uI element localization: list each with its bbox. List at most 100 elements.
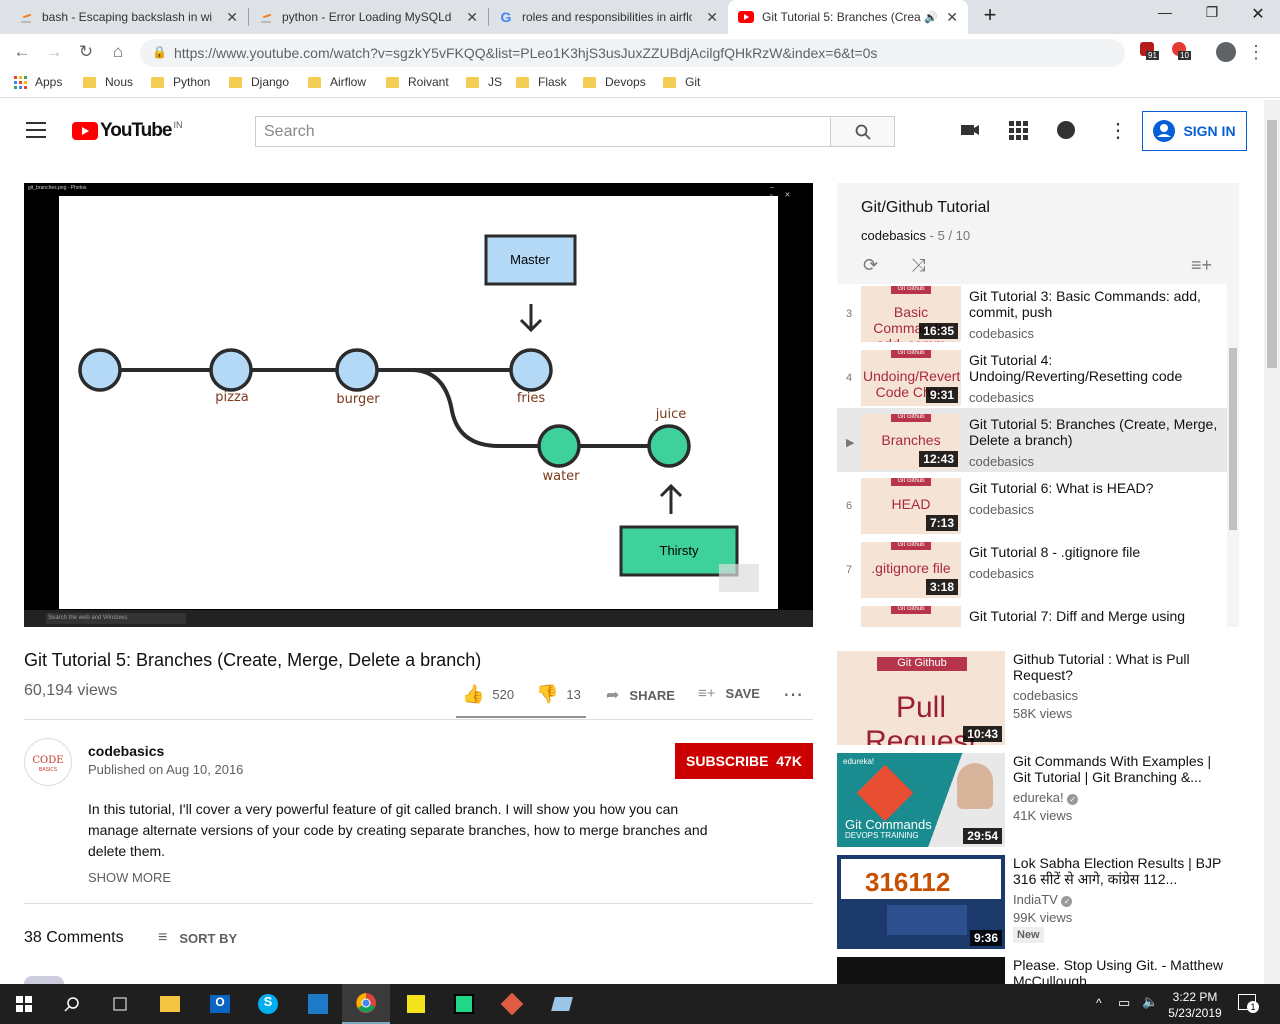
browser-tab[interactable]: bash - Escaping backslash in win ✕ (8, 0, 248, 34)
vscode-icon[interactable] (294, 984, 342, 1024)
minimize-button[interactable]: — (1145, 4, 1185, 20)
youtube-icon (738, 9, 754, 25)
sourcetree-icon[interactable] (488, 984, 536, 1024)
clock[interactable]: 3:22 PM 5/23/2019 (1165, 989, 1225, 1021)
omnibox[interactable]: 🔒 https://www.youtube.com/watch?v=sgzkY5… (140, 39, 1125, 67)
channel-name[interactable]: codebasics (88, 743, 164, 759)
playlist-item[interactable]: 6 Git Github HEAD 7:13 Git Tutorial 6: What … (837, 472, 1227, 536)
channel-avatar[interactable]: CODE BASICS (24, 738, 72, 786)
speaker-icon[interactable]: 🔊 (924, 11, 938, 24)
bookmark-folder[interactable]: Flask (516, 75, 567, 89)
back-icon[interactable]: ← (12, 42, 32, 62)
reload-icon[interactable]: ↻ (76, 42, 96, 62)
save-button[interactable]: ≡+ SAVE (698, 685, 760, 702)
messages-icon[interactable] (1057, 121, 1075, 139)
outlook-icon[interactable]: O (196, 984, 244, 1024)
pizza-label: pizza (215, 390, 248, 405)
browser-tab-active[interactable]: Git Tutorial 5: Branches (Crea 🔊 ✕ (728, 0, 968, 34)
windows-start-icon[interactable] (0, 984, 48, 1024)
close-tab-icon[interactable]: ✕ (946, 9, 958, 26)
youtube-play-icon (72, 122, 98, 140)
search-input[interactable]: Search (255, 116, 831, 147)
close-window-button[interactable]: ✕ (1238, 4, 1278, 24)
dislike-button[interactable]: 👎 13 (536, 684, 581, 705)
profile-avatar[interactable] (1216, 42, 1236, 62)
playlist-scrollbar[interactable] (1229, 348, 1237, 530)
restore-button[interactable]: ❐ (1192, 4, 1232, 21)
chrome-menu-icon[interactable]: ⋮ (1246, 42, 1266, 62)
add-to-playlist-icon[interactable]: ≡+ (1191, 255, 1212, 276)
folder-icon (308, 76, 321, 88)
video-player[interactable]: git_branches.png - Photos –▫✕ Master Thi… (24, 183, 813, 627)
subscribe-button[interactable]: SUBSCRIBE 47K (675, 743, 813, 779)
thumb-tag: Git Github (891, 350, 931, 358)
extension-icon[interactable]: 10 (1172, 42, 1192, 62)
task-view-icon[interactable] (96, 984, 144, 1024)
playlist-channel[interactable]: codebasics (861, 228, 926, 243)
video-thumbnail (837, 957, 1005, 984)
verified-icon: ✓ (1067, 794, 1079, 805)
sticky-notes-icon[interactable] (392, 984, 440, 1024)
close-tab-icon[interactable]: ✕ (706, 9, 718, 26)
bookmark-folder[interactable]: Roivant (386, 75, 449, 89)
forward-icon[interactable]: → (44, 42, 64, 62)
new-tab-button[interactable]: + (970, 2, 1010, 28)
video-duration: 9:36 (969, 930, 1002, 946)
file-explorer-icon[interactable] (146, 984, 194, 1024)
browser-tab[interactable]: G roles and responsibilities in airflo ✕ (488, 0, 728, 34)
page-scrollbar[interactable] (1264, 100, 1280, 984)
url-text[interactable]: https://www.youtube.com/watch?v=sgzkY5vF… (174, 45, 877, 61)
youtube-logo[interactable]: YouTube IN (72, 120, 182, 142)
recommended-video[interactable]: edureka! Git Commands DEVOPS TRAINING 29… (837, 753, 1237, 849)
home-icon[interactable]: ⌂ (108, 42, 128, 62)
search-icon[interactable] (48, 984, 96, 1024)
skype-icon[interactable]: S (244, 984, 292, 1024)
close-tab-icon[interactable]: ✕ (466, 9, 478, 26)
volume-icon[interactable]: 🔈 (1142, 994, 1158, 1010)
loop-icon[interactable]: ⟳ (863, 255, 878, 276)
playlist-item[interactable]: Git Github Git Tutorial 7: Diff and Merge… (837, 600, 1227, 627)
action-center-icon[interactable]: 1 (1238, 994, 1259, 1013)
create-video-icon[interactable] (960, 120, 980, 140)
bookmark-folder[interactable]: Django (229, 75, 289, 89)
chrome-taskbar-icon[interactable] (342, 984, 390, 1024)
scrollbar-thumb[interactable] (1267, 120, 1277, 368)
playlist-item[interactable]: 3 Git GithubBasic Commands: add, comm16:3… (837, 284, 1227, 347)
show-more-button[interactable]: SHOW MORE (88, 870, 171, 885)
search-button[interactable] (830, 116, 895, 147)
playlist-item-current[interactable]: ▶ Git Github Branches 12:43 Git Tutorial 5: … (837, 408, 1227, 472)
recommended-video[interactable]: Git Github Pull Request 10:43 Github Tut… (837, 651, 1237, 747)
settings-menu-icon[interactable]: ⋮ (1108, 118, 1128, 143)
bookmark-folder[interactable]: Airflow (308, 75, 366, 89)
more-actions-icon[interactable]: ⋯ (783, 682, 803, 707)
hamburger-menu-icon[interactable] (26, 122, 46, 138)
recommended-views: 58K views (1013, 706, 1073, 721)
playlist-title[interactable]: Git/Github Tutorial (861, 199, 990, 217)
close-tab-icon[interactable]: ✕ (226, 9, 238, 26)
sort-by-button[interactable]: ≡ SORT BY (158, 929, 237, 947)
bookmark-folder[interactable]: Python (151, 75, 210, 89)
shuffle-icon[interactable]: ⤨ (911, 255, 925, 276)
bookmark-folder[interactable]: Devops (583, 75, 646, 89)
recommended-video[interactable]: Please. Stop Using Git. - Matthew McCull… (837, 957, 1237, 984)
browser-tab[interactable]: python - Error Loading MySQLdb ✕ (248, 0, 488, 34)
recommended-video[interactable]: 316112 9:36 Lok Sabha Election Results |… (837, 855, 1237, 951)
pycharm-icon[interactable] (440, 984, 488, 1024)
bookmark-folder[interactable]: JS (466, 75, 502, 89)
sign-in-button[interactable]: SIGN IN (1142, 111, 1247, 151)
tray-chevron-icon[interactable]: ^ (1096, 996, 1102, 1010)
video-title: Git Tutorial 5: Branches (Create, Merge,… (24, 650, 482, 670)
recommended-views: 41K views (1013, 808, 1073, 823)
playlist-item[interactable]: 7 Git Github .gitignore file 3:18 Git Tutori… (837, 536, 1227, 600)
app-icon[interactable] (538, 984, 586, 1024)
bookmark-folder[interactable]: Nous (83, 75, 133, 89)
apps-icon[interactable] (1009, 121, 1028, 140)
extension-icon[interactable]: 91 (1140, 42, 1160, 62)
water-label: water (542, 469, 580, 484)
like-button[interactable]: 👍 520 (462, 684, 514, 705)
bookmark-folder[interactable]: Git (663, 75, 700, 89)
network-icon[interactable]: ▭ (1118, 995, 1130, 1011)
share-button[interactable]: ➦ SHARE (606, 685, 675, 705)
playlist-item[interactable]: 4 Git GithubUndoing/Reverting/Resetting C… (837, 344, 1227, 408)
bookmark-apps[interactable]: Apps (14, 75, 62, 89)
